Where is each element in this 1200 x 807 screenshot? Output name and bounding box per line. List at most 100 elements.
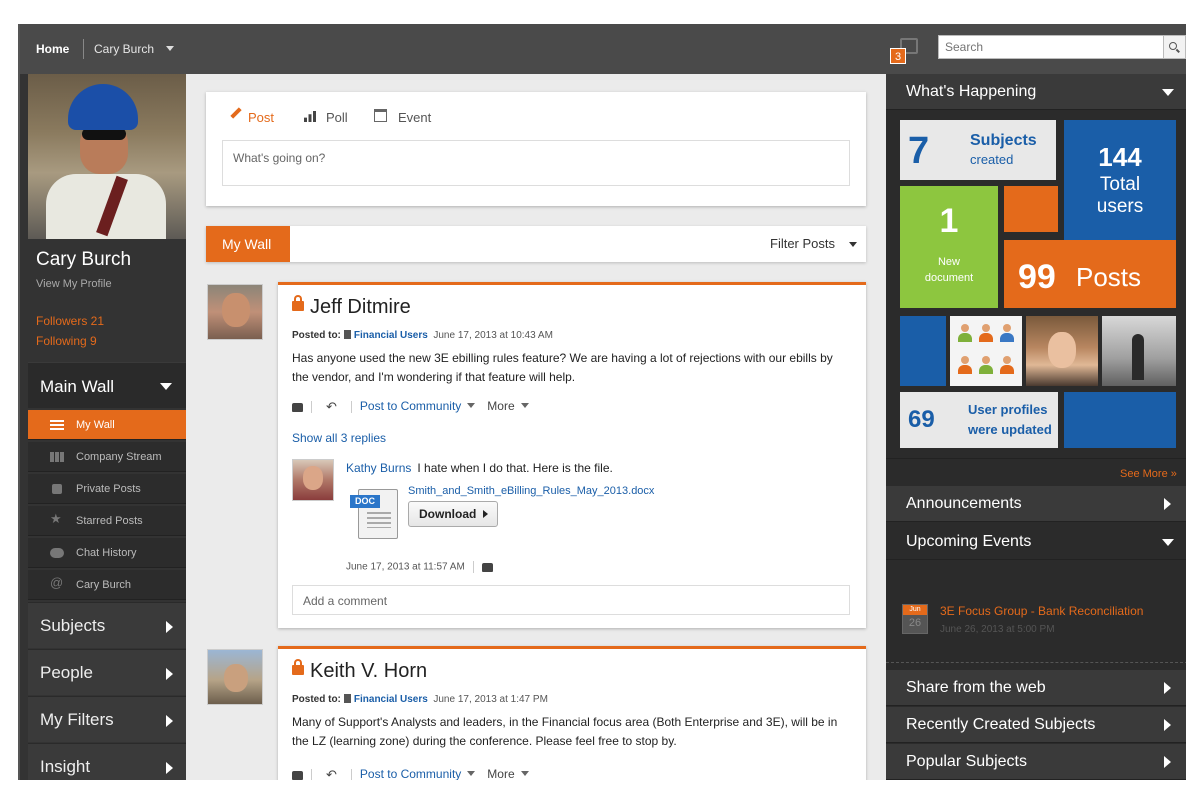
profile-avatar[interactable] — [28, 74, 186, 239]
people-icon[interactable] — [950, 316, 1022, 386]
more-menu[interactable]: More — [487, 767, 514, 780]
event-link[interactable]: 3E Focus Group - Bank Reconciliation — [940, 604, 1143, 618]
share-from-web-header[interactable]: Share from the web — [886, 670, 1186, 706]
decorative-tile — [1064, 392, 1176, 448]
group-icon — [343, 330, 351, 339]
user-photo-tile[interactable] — [1102, 316, 1176, 386]
sidebar-item-my-filters[interactable]: My Filters — [28, 696, 186, 742]
main-wall-nav[interactable]: Main Wall — [28, 362, 186, 408]
tab-my-wall[interactable]: My Wall — [206, 226, 290, 262]
list-icon — [50, 420, 64, 430]
whats-happening-header[interactable]: What's Happening — [886, 74, 1186, 110]
post-to-community-link[interactable]: Post to Community — [360, 767, 461, 780]
chevron-down-icon[interactable] — [520, 771, 529, 777]
post-input[interactable]: What's going on? — [222, 140, 850, 186]
document-icon[interactable]: DOC — [350, 485, 400, 541]
attachment-link[interactable]: Smith_and_Smith_eBilling_Rules_May_2013.… — [408, 485, 654, 497]
post-card: Jeff Ditmire Posted to: Financial Users J… — [278, 282, 866, 628]
home-link[interactable]: Home — [36, 42, 69, 56]
reply-content: Kathy Burns I hate when I do that. Here i… — [346, 461, 613, 475]
like-icon[interactable] — [292, 770, 303, 780]
decorative-tile — [1004, 186, 1058, 232]
chevron-right-icon — [166, 762, 173, 774]
filter-posts-dropdown[interactable]: Filter Posts — [770, 236, 835, 251]
see-more-link[interactable]: See More » — [1120, 468, 1177, 480]
chevron-down-icon[interactable] — [467, 771, 476, 777]
sidebar-item-my-wall[interactable]: My Wall — [28, 410, 186, 440]
poll-icon — [304, 111, 316, 122]
post-author-avatar[interactable] — [207, 649, 263, 705]
post-to-community-link[interactable]: Post to Community — [360, 399, 461, 413]
sidebar-item-starred-posts[interactable]: ★ Starred Posts — [28, 506, 186, 536]
popular-subjects-header[interactable]: Popular Subjects — [886, 744, 1186, 780]
reply-icon[interactable]: ↶ — [326, 399, 337, 415]
decorative-tile — [900, 316, 946, 386]
top-divider — [83, 39, 84, 59]
sidebar-item-subjects[interactable]: Subjects — [28, 602, 186, 648]
user-photo-tile[interactable] — [1026, 316, 1098, 386]
search-input[interactable] — [938, 35, 1164, 59]
pencil-icon — [230, 107, 242, 119]
user-menu[interactable]: Cary Burch — [94, 42, 154, 56]
upcoming-events-header[interactable]: Upcoming Events — [886, 524, 1186, 560]
post-author[interactable]: Jeff Ditmire — [310, 296, 411, 319]
post-author[interactable]: Keith V. Horn — [310, 660, 427, 683]
tab-poll[interactable]: Poll — [326, 110, 348, 125]
sidebar-item-company-stream[interactable]: Company Stream — [28, 442, 186, 472]
lock-icon — [292, 659, 304, 675]
group-link[interactable]: Financial Users — [354, 694, 428, 705]
following-count[interactable]: Following 9 — [36, 334, 97, 348]
posts-tile[interactable]: 99 Posts — [1004, 240, 1176, 308]
reply-author-avatar[interactable] — [292, 459, 334, 501]
sidebar-item-people[interactable]: People — [28, 649, 186, 695]
sidebar-item-private-posts[interactable]: Private Posts — [28, 474, 186, 504]
tab-event[interactable]: Event — [398, 110, 431, 125]
followers-count[interactable]: Followers 21 — [36, 314, 104, 328]
sidebar-item-chat-history[interactable]: Chat History — [28, 538, 186, 568]
announcements-header[interactable]: Announcements — [886, 486, 1186, 522]
like-icon[interactable] — [481, 562, 493, 572]
chevron-down-icon[interactable] — [520, 403, 529, 409]
reply-author[interactable]: Kathy Burns — [346, 461, 411, 475]
tab-post[interactable]: Post — [248, 110, 274, 125]
post-body: Has anyone used the new 3E ebilling rule… — [292, 351, 833, 384]
profiles-updated-tile[interactable]: 69 User profiles were updated — [900, 392, 1058, 448]
reply-icon[interactable]: ↶ — [326, 767, 337, 780]
grid-icon — [50, 452, 64, 462]
chevron-down-icon — [160, 383, 172, 390]
post-body: Many of Support's Analysts and leaders, … — [292, 715, 838, 748]
comment-input[interactable]: Add a comment — [292, 585, 850, 615]
post-meta: Posted to: Financial Users June 17, 2013 … — [292, 694, 548, 705]
wall-header: My Wall Filter Posts — [206, 226, 866, 262]
profile-name: Cary Burch — [36, 249, 132, 270]
left-sidebar: Cary Burch View My Profile Followers 21 … — [20, 74, 186, 780]
event-date: June 26, 2013 at 5:00 PM — [940, 624, 1055, 635]
post-actions: ↶ Post to Community More — [292, 399, 541, 415]
post-card: Keith V. Horn Posted to: Financial Users … — [278, 646, 866, 780]
new-document-tile[interactable]: 1 New document — [900, 186, 998, 308]
top-bar: Home Cary Burch 3 — [20, 24, 1186, 74]
chevron-down-icon[interactable] — [467, 403, 476, 409]
more-menu[interactable]: More — [487, 399, 514, 413]
calendar-icon: Jun 26 — [902, 604, 928, 634]
group-link[interactable]: Financial Users — [354, 330, 428, 341]
reply-date: June 17, 2013 at 11:57 AM — [346, 561, 493, 573]
chevron-down-icon[interactable] — [849, 242, 857, 247]
search-icon[interactable] — [1164, 35, 1186, 59]
total-users-tile[interactable]: 144 Total users — [1064, 120, 1176, 248]
recently-created-subjects-header[interactable]: Recently Created Subjects — [886, 707, 1186, 743]
chevron-down-icon[interactable] — [166, 46, 174, 51]
chevron-right-icon — [1164, 682, 1171, 694]
view-profile-link[interactable]: View My Profile — [36, 278, 112, 290]
notification-count-badge[interactable]: 3 — [890, 48, 906, 64]
subjects-created-tile[interactable]: 7 Subjects created — [900, 120, 1056, 180]
main-wall-label: Main Wall — [40, 377, 114, 396]
like-icon[interactable] — [292, 402, 303, 412]
sidebar-item-insight[interactable]: Insight — [28, 743, 186, 780]
lock-icon — [292, 295, 304, 311]
post-author-avatar[interactable] — [207, 284, 263, 340]
sidebar-item-mentions[interactable]: @ Cary Burch — [28, 570, 186, 600]
lock-icon — [52, 484, 62, 494]
download-button[interactable]: Download — [408, 501, 498, 527]
show-replies-link[interactable]: Show all 3 replies — [292, 431, 386, 445]
